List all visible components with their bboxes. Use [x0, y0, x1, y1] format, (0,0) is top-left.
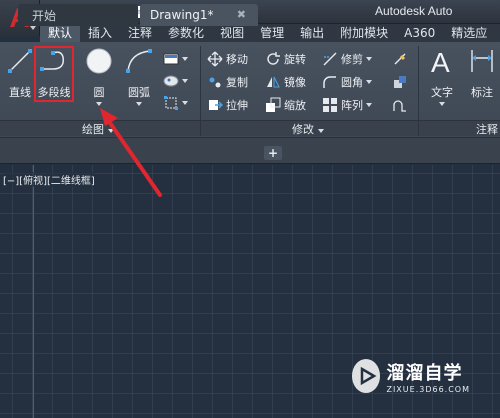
- annotation-panel-title[interactable]: 注释: [476, 121, 498, 137]
- copy-label: 复制: [226, 76, 248, 89]
- scale-button[interactable]: 缩放: [265, 96, 306, 114]
- trim-label: 修剪: [341, 53, 363, 66]
- tab-insert[interactable]: 插入: [80, 24, 120, 42]
- watermark-subtitle: ZIXUE.3D66.COM: [386, 384, 470, 394]
- draw-panel-title[interactable]: 绘图: [82, 121, 114, 137]
- fillet-button[interactable]: 圆角: [322, 73, 372, 91]
- offset-button[interactable]: [392, 96, 408, 114]
- trim-button[interactable]: 修剪: [322, 50, 372, 68]
- rotate-icon: [265, 51, 281, 67]
- line-button[interactable]: 直线: [4, 46, 36, 106]
- tab-default[interactable]: 默认: [40, 24, 81, 42]
- erase-button[interactable]: [392, 50, 408, 68]
- play-logo-icon: [352, 359, 381, 393]
- tab-start-label: 开始: [32, 8, 57, 23]
- scale-icon: [265, 97, 281, 113]
- mirror-icon: [265, 74, 281, 90]
- tab-drawing1[interactable]: Drawing1* ✖: [140, 4, 258, 26]
- move-label: 移动: [226, 53, 248, 66]
- text-icon: A: [427, 46, 457, 76]
- rectangle-dropdown-icon[interactable]: [182, 57, 188, 61]
- rotate-label: 旋转: [284, 53, 306, 66]
- rotate-button[interactable]: 旋转: [265, 50, 306, 68]
- circle-label: 圆: [93, 86, 105, 99]
- arc-icon: [124, 46, 154, 76]
- fillet-dropdown-icon[interactable]: [366, 80, 372, 84]
- move-icon: [207, 51, 223, 67]
- rectangle-icon: [163, 51, 179, 67]
- erase-icon: [392, 51, 408, 67]
- tab-addins[interactable]: 附加模块: [332, 24, 396, 42]
- array-label: 阵列: [341, 99, 363, 112]
- mirror-label: 镜像: [284, 76, 306, 89]
- tab-annotate[interactable]: 注释: [120, 24, 160, 42]
- rectangle-button[interactable]: [163, 50, 188, 68]
- tab-a360[interactable]: A360: [396, 24, 443, 42]
- dimension-label: 标注: [471, 86, 493, 99]
- dimension-button[interactable]: 标注: [466, 46, 498, 106]
- hatch-button[interactable]: [163, 72, 188, 90]
- close-icon[interactable]: ✖: [237, 8, 246, 21]
- trim-icon: [322, 51, 338, 67]
- hatch-icon: [163, 73, 179, 89]
- tab-output[interactable]: 输出: [292, 24, 332, 42]
- fillet-icon: [322, 74, 338, 90]
- tab-parametric[interactable]: 参数化: [160, 24, 212, 42]
- arc-label: 圆弧: [128, 86, 150, 99]
- copy-icon: [207, 74, 223, 90]
- mirror-button[interactable]: 镜像: [265, 73, 306, 91]
- stretch-button[interactable]: 拉伸: [207, 96, 248, 114]
- array-icon: [322, 97, 338, 113]
- copy-button[interactable]: 复制: [207, 73, 248, 91]
- boundary-icon: [163, 95, 179, 111]
- document-tab-bar: [0, 138, 500, 164]
- circle-dropdown-icon[interactable]: [96, 102, 102, 106]
- text-dropdown-icon[interactable]: [439, 102, 445, 106]
- line-label: 直线: [9, 86, 31, 99]
- fillet-label: 圆角: [341, 76, 363, 89]
- watermark-text: 溜溜自学 ZIXUE.3D66.COM: [386, 359, 470, 394]
- modify-panel-title[interactable]: 修改: [292, 121, 324, 137]
- dimension-icon: [467, 46, 497, 76]
- svg-text:A: A: [431, 47, 450, 76]
- scale-label: 缩放: [284, 99, 306, 112]
- line-icon: [5, 46, 35, 76]
- array-dropdown-icon[interactable]: [366, 103, 372, 107]
- explode-button[interactable]: [392, 73, 408, 91]
- circle-icon: [84, 46, 114, 76]
- watermark: 溜溜自学 ZIXUE.3D66.COM: [352, 352, 470, 400]
- arc-button[interactable]: 圆弧: [122, 46, 156, 106]
- circle-button[interactable]: 圆: [82, 46, 116, 106]
- tab-manage[interactable]: 管理: [252, 24, 292, 42]
- stretch-label: 拉伸: [226, 99, 248, 112]
- chevron-down-icon: [107, 129, 114, 133]
- array-button[interactable]: 阵列: [322, 96, 372, 114]
- window-title: Autodesk Auto: [375, 4, 453, 18]
- stretch-icon: [207, 97, 223, 113]
- boundary-button[interactable]: [163, 94, 188, 112]
- tab-start[interactable]: 开始: [18, 4, 138, 26]
- y-axis-line: [33, 165, 34, 418]
- viewport-controls[interactable]: [−][俯视][二维线框]: [3, 172, 95, 187]
- tab-view[interactable]: 视图: [212, 24, 252, 42]
- text-button[interactable]: A 文字: [424, 46, 460, 106]
- polyline-highlight: [34, 46, 74, 102]
- move-button[interactable]: 移动: [207, 50, 248, 68]
- ribbon-tab-bar: 默认 插入 注释 参数化 视图 管理 输出 附加模块 A360 精选应: [40, 24, 500, 42]
- arc-dropdown-icon[interactable]: [136, 102, 142, 106]
- boundary-dropdown-icon[interactable]: [182, 101, 188, 105]
- chevron-down-icon: [30, 26, 36, 30]
- trim-dropdown-icon[interactable]: [366, 57, 372, 61]
- tab-featured[interactable]: 精选应: [443, 24, 495, 42]
- hatch-dropdown-icon[interactable]: [182, 79, 188, 83]
- tab-drawing1-label: Drawing1*: [150, 8, 214, 22]
- explode-icon: [392, 74, 408, 90]
- new-tab-button[interactable]: +: [264, 146, 282, 160]
- watermark-title: 溜溜自学: [386, 362, 463, 384]
- chevron-down-icon: [317, 129, 324, 133]
- text-label: 文字: [431, 86, 453, 99]
- offset-icon: [392, 97, 408, 113]
